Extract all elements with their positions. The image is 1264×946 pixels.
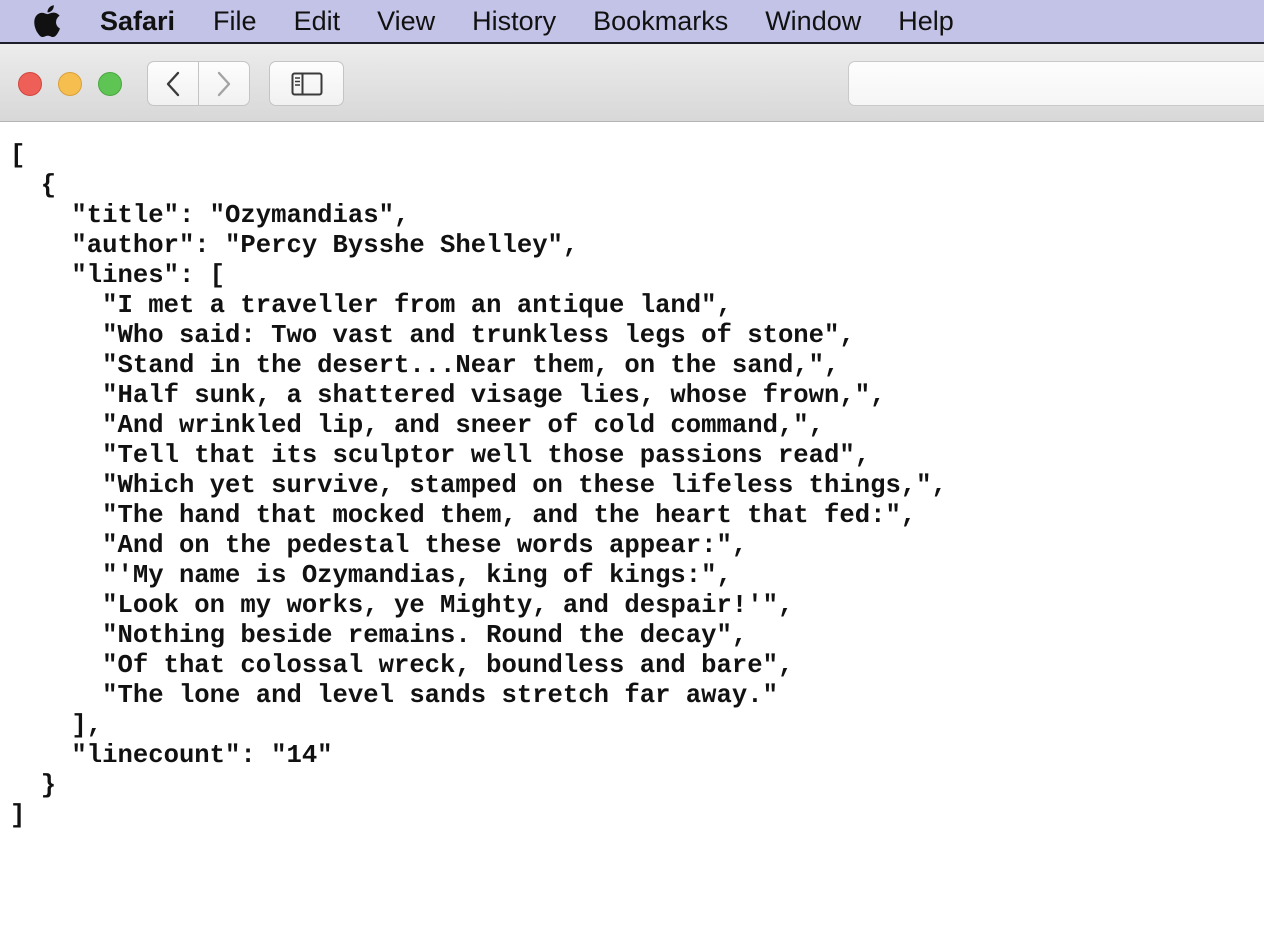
- json-line: "The hand that mocked them, and the hear…: [10, 501, 917, 530]
- zoom-window-button[interactable]: [98, 72, 122, 96]
- menu-window[interactable]: Window: [765, 0, 861, 43]
- json-line: "And on the pedestal these words appear:…: [10, 531, 748, 560]
- json-line: "Look on my works, ye Mighty, and despai…: [10, 591, 794, 620]
- json-line: "The lone and level sands stretch far aw…: [10, 681, 778, 710]
- json-line: "'My name is Ozymandias, king of kings:"…: [10, 561, 732, 590]
- json-line: "Nothing beside remains. Round the decay…: [10, 621, 748, 650]
- back-button[interactable]: [147, 61, 199, 106]
- json-line: "Who said: Two vast and trunkless legs o…: [10, 321, 855, 350]
- menu-help[interactable]: Help: [898, 0, 954, 43]
- menu-file[interactable]: File: [213, 0, 257, 43]
- menu-history[interactable]: History: [472, 0, 556, 43]
- json-line: "And wrinkled lip, and sneer of cold com…: [10, 411, 825, 440]
- json-line: "Half sunk, a shattered visage lies, who…: [10, 381, 886, 410]
- json-line: "Stand in the desert...Near them, on the…: [10, 351, 840, 380]
- minimize-window-button[interactable]: [58, 72, 82, 96]
- sidebar-toggle-button[interactable]: [269, 61, 344, 106]
- chevron-right-icon: [217, 71, 231, 96]
- json-line: }: [10, 771, 57, 800]
- json-line: {: [10, 171, 57, 200]
- address-bar[interactable]: [848, 61, 1264, 106]
- menu-bookmarks[interactable]: Bookmarks: [593, 0, 728, 43]
- json-line: "author": "Percy Bysshe Shelley",: [10, 231, 579, 260]
- apple-logo-icon[interactable]: [32, 4, 62, 38]
- sidebar-icon: [291, 72, 322, 95]
- page-content: [ { "title": "Ozymandias", "author": "Pe…: [0, 122, 1264, 946]
- json-line: ],: [10, 711, 103, 740]
- menu-view[interactable]: View: [377, 0, 435, 43]
- window-toolbar: [0, 44, 1264, 122]
- menu-bar: Safari File Edit View History Bookmarks …: [0, 0, 1264, 44]
- json-line: ]: [10, 801, 26, 830]
- menu-app-safari[interactable]: Safari: [100, 0, 175, 43]
- chevron-left-icon: [166, 71, 180, 96]
- json-line: "I met a traveller from an antique land"…: [10, 291, 732, 320]
- json-line: "Of that colossal wreck, boundless and b…: [10, 651, 794, 680]
- json-line: [: [10, 141, 26, 170]
- json-line: "Tell that its sculptor well those passi…: [10, 441, 871, 470]
- json-line: "linecount": "14": [10, 741, 333, 770]
- navigation-button-group: [147, 61, 250, 106]
- json-document: [ { "title": "Ozymandias", "author": "Pe…: [0, 122, 1264, 831]
- json-line: "title": "Ozymandias",: [10, 201, 410, 230]
- json-line: "lines": [: [10, 261, 226, 290]
- menu-edit[interactable]: Edit: [294, 0, 341, 43]
- json-line: "Which yet survive, stamped on these lif…: [10, 471, 947, 500]
- close-window-button[interactable]: [18, 72, 42, 96]
- forward-button[interactable]: [199, 61, 250, 106]
